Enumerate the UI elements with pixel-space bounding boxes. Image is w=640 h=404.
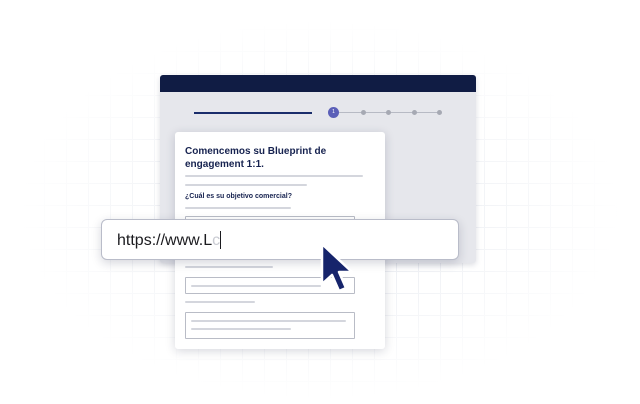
field-placeholder-line (191, 285, 321, 287)
placeholder-line (185, 175, 363, 177)
progress-bar-completed (194, 112, 312, 114)
illustration-stage: 1 Comencemos su Blueprint de engagement … (0, 0, 640, 404)
browser-title-bar (160, 75, 476, 92)
url-typed-text: https://www.L (117, 232, 213, 249)
stepper-step-2[interactable] (361, 110, 366, 115)
placeholder-line (185, 266, 273, 268)
field-placeholder-line (191, 328, 291, 330)
stepper-step-4[interactable] (412, 110, 417, 115)
answer-textarea[interactable] (185, 312, 355, 339)
form-question: ¿Cuál es su objetivo comercial? (185, 193, 292, 200)
text-caret (220, 231, 222, 249)
field-placeholder-line (191, 320, 346, 322)
placeholder-line (185, 301, 255, 303)
placeholder-line (185, 184, 307, 186)
url-input[interactable]: https://www.Lc (101, 219, 459, 260)
stepper-step-5[interactable] (437, 110, 442, 115)
stepper-step-3[interactable] (386, 110, 391, 115)
stepper-step-1-active[interactable]: 1 (328, 107, 339, 118)
placeholder-line (185, 207, 291, 209)
form-title: Comencemos su Blueprint de engagement 1:… (185, 146, 327, 170)
url-autocomplete-text: c (212, 232, 221, 249)
url-text: https://www.Lc (117, 231, 222, 250)
pointer-arrow-icon (320, 242, 354, 293)
